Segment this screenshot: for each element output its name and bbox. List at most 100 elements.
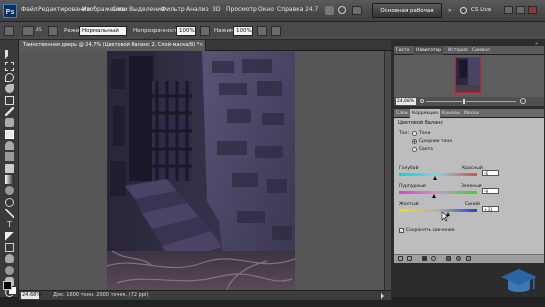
workspace-arrow-icon[interactable]: » (448, 7, 452, 14)
menu-bar: Ps Файл Редактирование Изображение Слои … (0, 0, 545, 29)
brush-picker-icon[interactable] (22, 26, 34, 36)
magenta-green-slider-knob[interactable] (432, 194, 437, 198)
zoom-in-icon[interactable] (520, 98, 526, 104)
delete-layer-icon[interactable] (466, 256, 471, 261)
menu-filter[interactable]: Фильтр (161, 6, 185, 13)
cyan-red-slider-knob[interactable] (432, 176, 437, 180)
type-tool-icon[interactable]: T (5, 220, 14, 229)
menu-analysis[interactable]: Анализ (186, 6, 209, 13)
search-icon[interactable] (460, 7, 467, 14)
tab-adjustments[interactable]: Коррекция (410, 109, 440, 118)
marquee-tool-icon[interactable] (5, 62, 14, 71)
tools-panel: T (0, 40, 19, 297)
3d-orbit-tool-icon[interactable] (5, 266, 14, 275)
pressure-size-icon[interactable] (271, 26, 281, 36)
tab-character[interactable]: Символ (470, 46, 492, 55)
return-to-list-icon[interactable] (398, 256, 403, 261)
minimize-icon[interactable] (504, 6, 513, 14)
quick-select-tool-icon[interactable] (5, 84, 14, 93)
tab-history[interactable]: История (446, 46, 470, 55)
tone-shadows-radio[interactable] (412, 131, 417, 136)
foreground-color-swatch[interactable] (3, 281, 12, 290)
magenta-green-slider[interactable] (399, 191, 477, 194)
document-tab[interactable]: Таинственная дверь @ 24,7% (Цветовой бал… (19, 40, 206, 51)
menu-file[interactable]: Файл (21, 6, 38, 13)
hand-icon[interactable] (325, 6, 334, 15)
cs-live-button[interactable]: CS Live (471, 7, 491, 13)
dodge-tool-icon[interactable] (5, 198, 14, 207)
magenta-green-value[interactable]: -9 (482, 188, 499, 194)
menu-layers[interactable]: Слои (112, 6, 128, 13)
eraser-tool-icon[interactable] (5, 164, 14, 173)
view-previous-icon[interactable] (446, 256, 451, 261)
move-tool-icon[interactable] (5, 50, 14, 59)
tone-midtones-radio[interactable] (412, 139, 417, 144)
brush-tool-preset-icon[interactable] (4, 26, 14, 36)
clone-stamp-tool-icon[interactable] (5, 141, 14, 150)
tone-midtones-label: Средние тона (419, 139, 453, 144)
tab-masks[interactable]: Маски (462, 109, 481, 118)
brush-tool-icon[interactable] (5, 130, 14, 139)
menu-window[interactable]: Окно (258, 6, 274, 13)
airbrush-icon[interactable] (257, 26, 267, 36)
status-zoom-field[interactable]: 24,68% (21, 292, 41, 299)
tab-navigator[interactable]: Навигатор (414, 46, 444, 55)
zoom-level[interactable]: 24.7 (305, 6, 318, 13)
navigator-zoom-slider[interactable] (426, 101, 516, 102)
zoom-icon[interactable] (338, 6, 346, 14)
healing-brush-tool-icon[interactable] (5, 118, 14, 127)
brush-panel-icon[interactable] (48, 26, 58, 36)
blur-tool-icon[interactable] (5, 186, 14, 195)
pressure-opacity-icon[interactable] (200, 26, 210, 36)
tab-close-icon[interactable]: × (199, 43, 204, 48)
expand-view-icon[interactable] (407, 256, 412, 261)
3d-rotate-tool-icon[interactable] (5, 254, 14, 263)
cyan-label: Голубой (399, 166, 419, 171)
menu-help[interactable]: Справка (277, 6, 303, 13)
brush-size-value: 45 (36, 28, 42, 33)
yellow-blue-slider[interactable] (399, 209, 477, 212)
opacity-field[interactable]: 100% (176, 26, 196, 36)
gradient-tool-icon[interactable] (5, 175, 14, 184)
maximize-icon[interactable] (516, 6, 525, 14)
preserve-luminosity-checkbox[interactable]: ✓ (399, 228, 404, 233)
close-icon[interactable] (528, 6, 537, 14)
document-image[interactable] (107, 51, 295, 290)
menu-3d[interactable]: 3D (212, 6, 220, 13)
yellow-blue-value[interactable]: +31 (482, 206, 499, 212)
cyan-red-slider[interactable] (399, 173, 477, 176)
clip-to-layer-icon[interactable] (422, 256, 427, 261)
status-arrow-icon[interactable] (381, 293, 384, 299)
history-brush-tool-icon[interactable] (5, 152, 14, 161)
tone-highlights-radio[interactable] (412, 147, 417, 152)
navigator-zoom-field[interactable]: 24,68% (396, 98, 416, 105)
green-label: Зеленый (461, 184, 482, 189)
vertical-scrollbar[interactable] (384, 51, 391, 290)
reset-icon[interactable] (456, 256, 461, 261)
tab-histogram[interactable]: Гисто (394, 46, 412, 55)
mode-select[interactable]: Нормальный (79, 26, 127, 36)
canvas-area[interactable] (19, 51, 384, 290)
cyan-red-value[interactable]: -6 (482, 170, 499, 176)
path-selection-tool-icon[interactable] (5, 232, 14, 241)
tab-layers[interactable]: Слои (394, 109, 410, 118)
lasso-tool-icon[interactable] (5, 73, 14, 82)
pen-tool-icon[interactable] (5, 209, 14, 218)
tone-shadows-label: Тени (419, 131, 431, 136)
pressure-field[interactable]: 100% (233, 26, 253, 36)
rectangle-tool-icon[interactable] (5, 243, 14, 252)
eyedropper-tool-icon[interactable] (5, 107, 14, 116)
arrange-icon[interactable] (352, 6, 362, 15)
menu-view[interactable]: Просмотр (226, 6, 257, 13)
adjustments-panel-tabs: Слои Коррекция Каналы Маски (394, 109, 544, 118)
crop-tool-icon[interactable] (5, 96, 14, 105)
tab-channels[interactable]: Каналы (440, 109, 462, 118)
visibility-eye-icon[interactable] (431, 256, 436, 261)
navigator-thumbnail[interactable] (455, 57, 481, 93)
zoom-out-icon[interactable] (420, 99, 424, 103)
menu-select[interactable]: Выделение (129, 6, 165, 13)
magenta-label: Пурпурный (399, 184, 426, 189)
workspace-button[interactable]: Основная рабочая среда (372, 3, 442, 29)
navigator-zoom-knob[interactable] (462, 98, 466, 105)
tone-label: Тон: (399, 131, 409, 136)
